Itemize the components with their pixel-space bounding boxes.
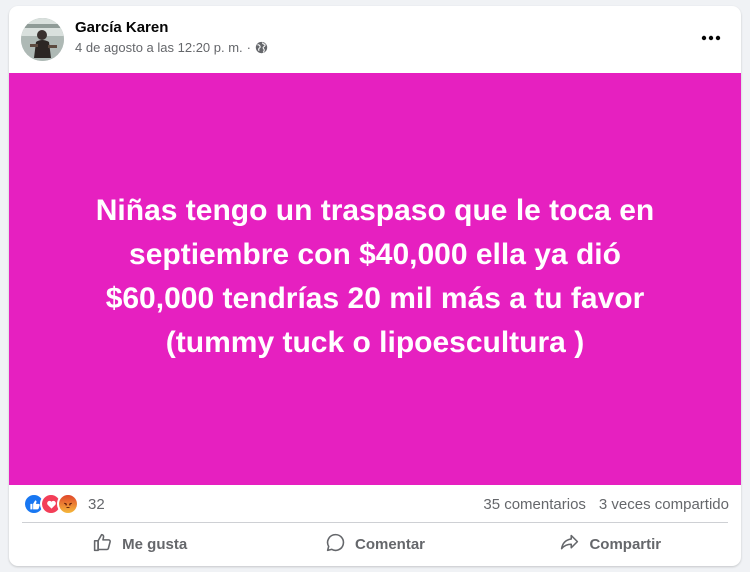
- post-text-line: Niñas tengo un traspaso que le toca en: [95, 194, 655, 227]
- post-header: García Karen 4 de agosto a las 12:20 p. …: [9, 6, 741, 73]
- post-text-line: $60,000 tendrías 20 mil más a tu favor: [105, 282, 645, 315]
- thumbs-up-icon: [92, 532, 113, 557]
- post-text-line: septiembre con $40,000 ella ya dió: [129, 238, 621, 271]
- post-actions: Me gusta Comentar Compartir: [22, 525, 728, 563]
- comment-button[interactable]: Comentar: [257, 525, 492, 563]
- post-text: Niñas tengo un traspaso que le toca en s…: [55, 189, 695, 365]
- comment-icon: [325, 532, 346, 557]
- post-card: García Karen 4 de agosto a las 12:20 p. …: [9, 6, 741, 566]
- reaction-icons[interactable]: [23, 493, 79, 515]
- globe-icon[interactable]: [255, 41, 268, 54]
- author-name[interactable]: García Karen: [75, 19, 168, 36]
- post-timestamp[interactable]: 4 de agosto a las 12:20 p. m.: [75, 40, 243, 55]
- share-button[interactable]: Compartir: [493, 525, 728, 563]
- post-meta: 4 de agosto a las 12:20 p. m. ·: [75, 40, 268, 55]
- post-stats: 35 comentarios 3 veces compartido: [483, 496, 729, 513]
- share-label: Compartir: [589, 535, 662, 553]
- like-label: Me gusta: [122, 535, 188, 553]
- like-button[interactable]: Me gusta: [22, 525, 257, 563]
- share-icon: [559, 532, 580, 557]
- post-text-line: (tummy tuck o lipoescultura ): [165, 326, 585, 359]
- avatar[interactable]: [21, 18, 64, 61]
- meta-separator: ·: [246, 40, 252, 55]
- angry-reaction-icon: [57, 493, 79, 515]
- comments-count[interactable]: 35 comentarios: [483, 496, 586, 513]
- reactions-bar: 32 35 comentarios 3 veces compartido: [9, 485, 741, 523]
- shares-count[interactable]: 3 veces compartido: [599, 496, 729, 513]
- divider: [22, 522, 728, 523]
- more-options-button[interactable]: [694, 23, 728, 51]
- reaction-count[interactable]: 32: [88, 496, 105, 513]
- comment-label: Comentar: [354, 535, 425, 553]
- more-options-icon: [701, 28, 721, 46]
- post-background: Niñas tengo un traspaso que le toca en s…: [9, 73, 741, 485]
